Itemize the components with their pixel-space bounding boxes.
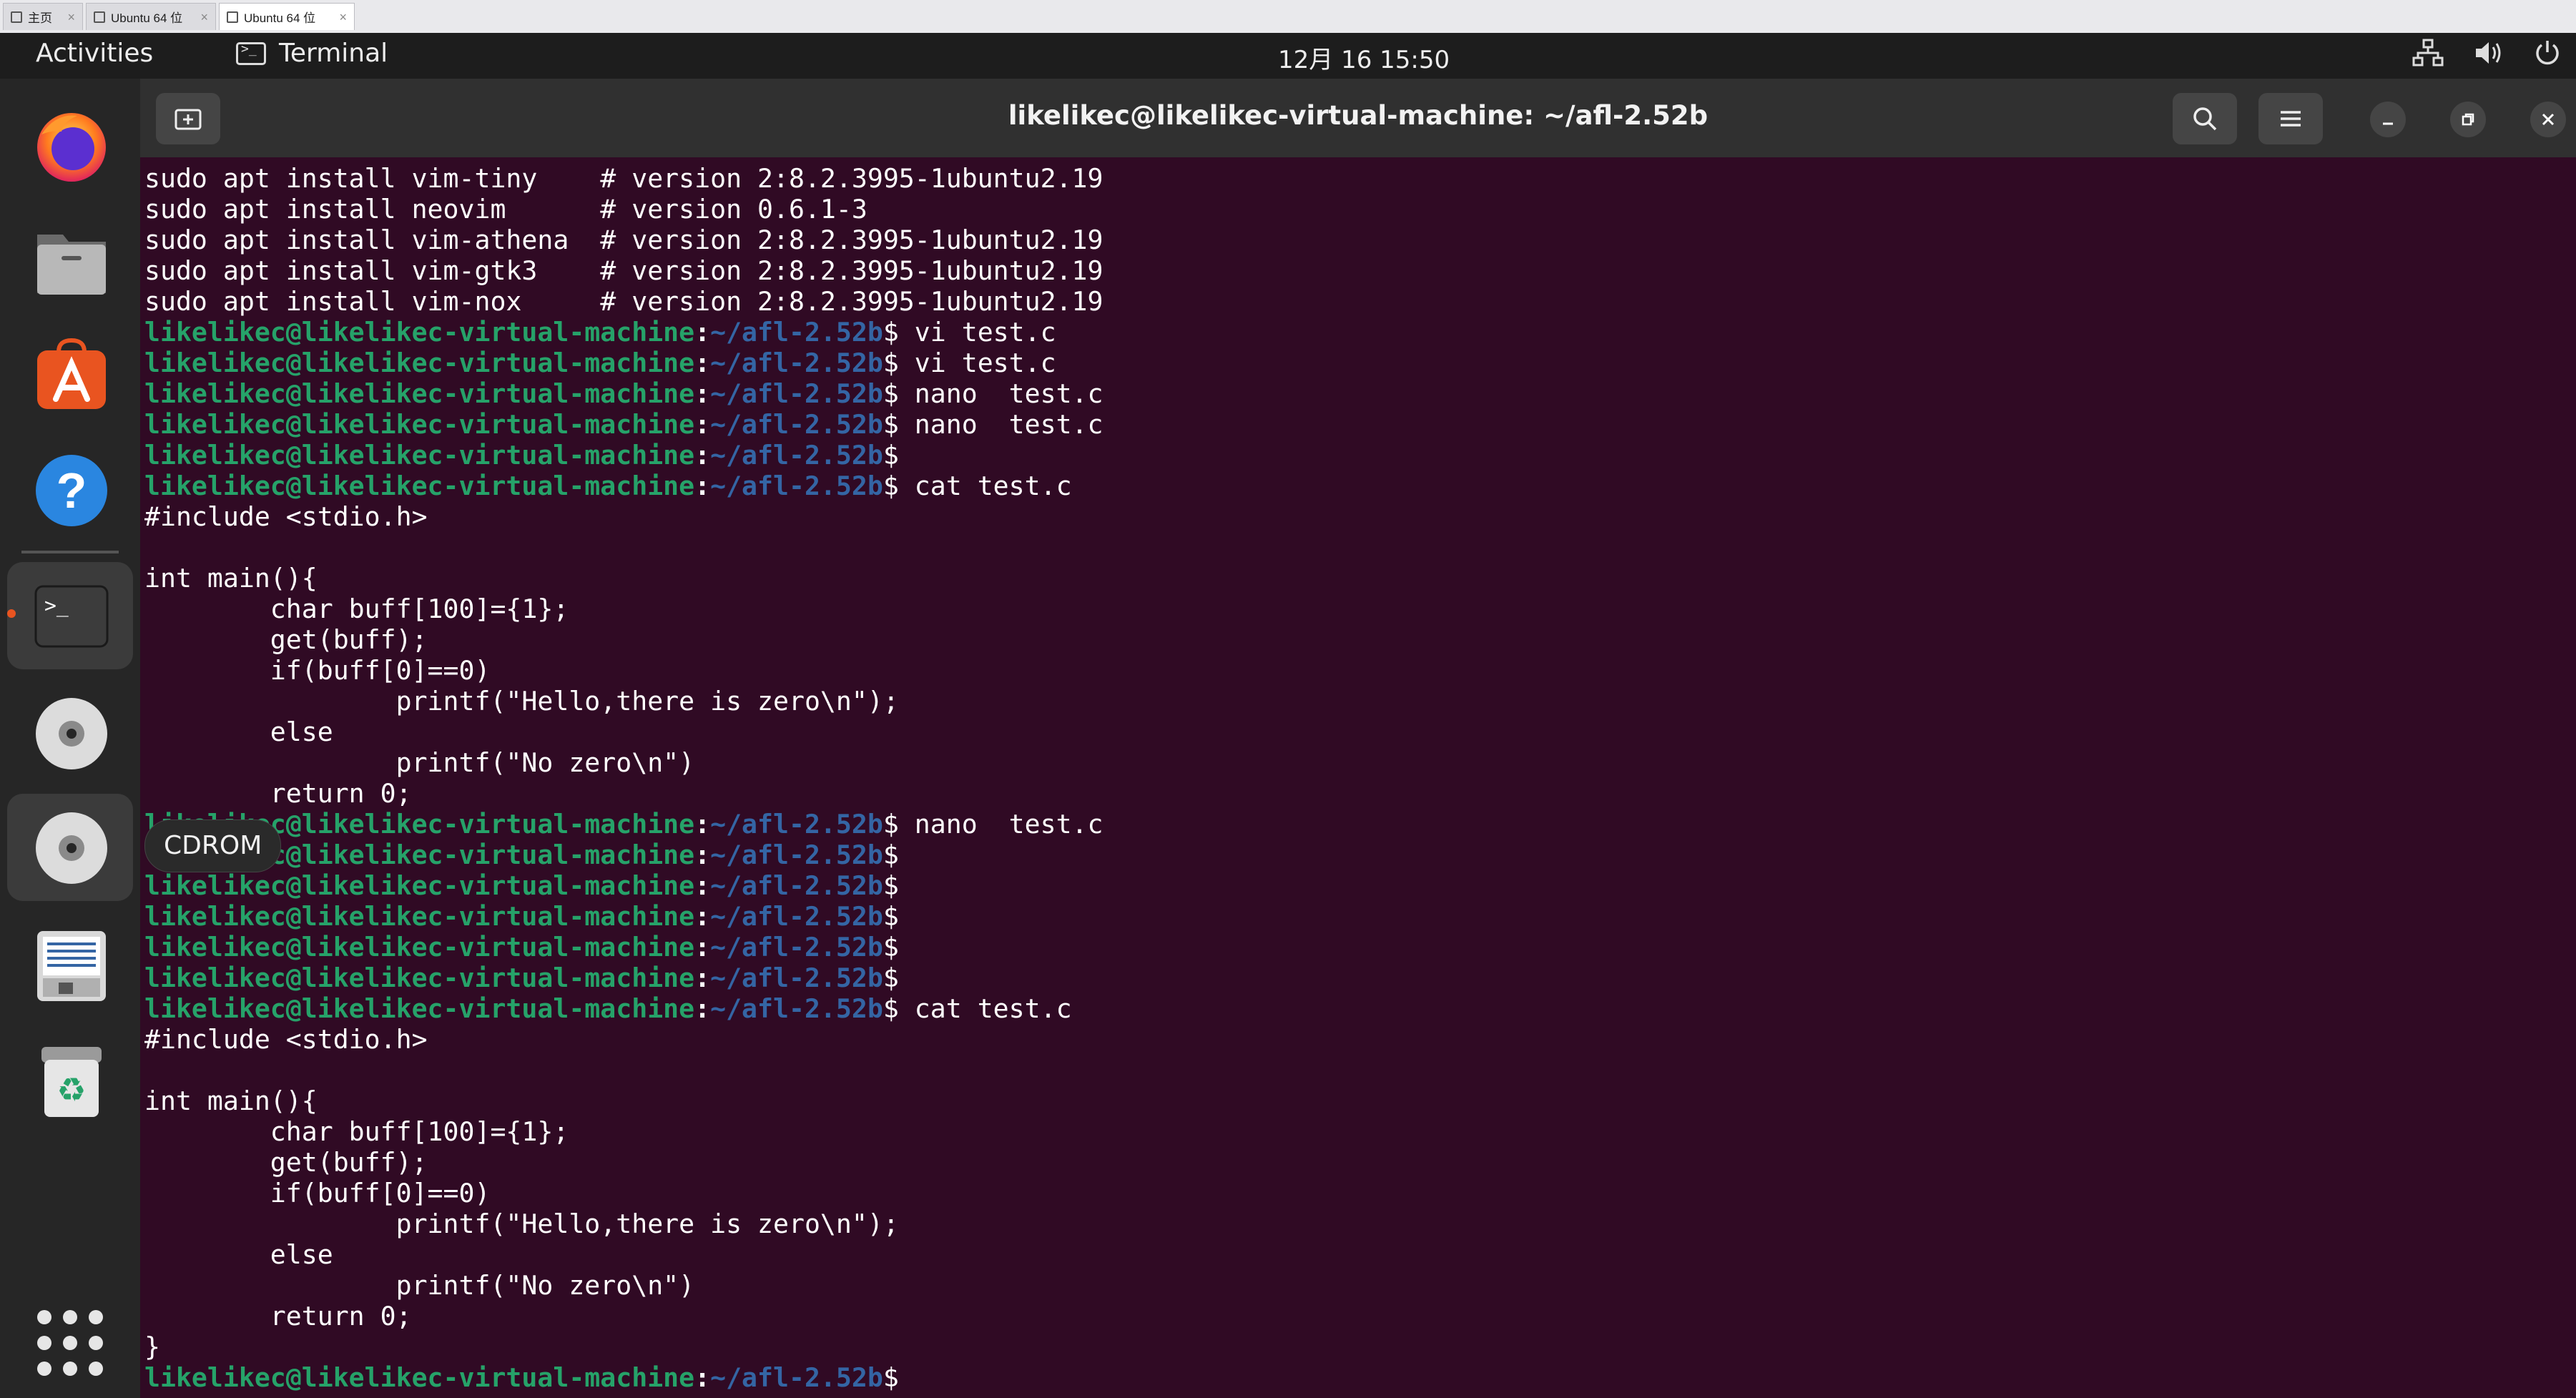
dock-item-firefox[interactable] <box>7 92 133 199</box>
vm-tab-ubuntu-2[interactable]: Ubuntu 64 位 × <box>219 3 355 30</box>
help-icon: ? <box>36 455 107 526</box>
app-center-icon <box>37 338 106 409</box>
power-icon[interactable] <box>2533 39 2562 67</box>
dock-item-app-center[interactable] <box>7 322 133 429</box>
terminal-window: likelikec@likelikec-virtual-machine: ~/a… <box>140 79 2576 1398</box>
dock-item-trash[interactable]: ♻ <box>7 1028 133 1136</box>
vm-icon <box>227 11 238 23</box>
app-menu[interactable]: Terminal <box>236 39 388 68</box>
home-icon <box>11 11 22 23</box>
close-icon[interactable]: × <box>339 10 347 25</box>
search-icon <box>2193 107 2217 131</box>
svg-text:?: ? <box>56 463 87 518</box>
dock-item-help[interactable]: ? <box>7 436 133 543</box>
dock-tooltip: CDROM <box>144 819 282 872</box>
top-bar: Activities Terminal 12月 16 15:50 <box>0 33 2576 79</box>
vm-tab-label: Ubuntu 64 位 <box>244 11 316 25</box>
text-editor-icon <box>37 931 106 1001</box>
hamburger-menu-icon <box>2281 111 2301 127</box>
vm-tab-label: Ubuntu 64 位 <box>111 11 183 25</box>
terminal-icon <box>236 41 266 65</box>
running-indicator <box>7 609 16 618</box>
svg-text:♻: ♻ <box>56 1070 86 1109</box>
dock: ? >_ ♻ <box>0 79 140 1398</box>
vm-tab-label: 主页 <box>28 11 52 25</box>
dock-item-text-editor[interactable] <box>7 912 133 1020</box>
restore-button[interactable] <box>2450 102 2486 137</box>
vm-tab-strip: 主页 × Ubuntu 64 位 × Ubuntu 64 位 × <box>0 0 2576 34</box>
firefox-icon <box>37 113 106 182</box>
menu-button[interactable] <box>2258 93 2323 144</box>
vm-tab-home[interactable]: 主页 × <box>3 3 83 30</box>
close-icon <box>2542 113 2555 126</box>
minimize-icon <box>2383 122 2393 125</box>
close-icon[interactable]: × <box>67 10 75 25</box>
vm-tab-ubuntu-1[interactable]: Ubuntu 64 位 × <box>86 3 216 30</box>
dock-item-terminal[interactable]: >_ <box>7 562 133 669</box>
search-button[interactable] <box>2173 93 2237 144</box>
trash-icon: ♻ <box>41 1047 102 1117</box>
network-icon[interactable] <box>2412 39 2444 67</box>
restore-icon <box>2462 113 2474 126</box>
disc-icon <box>36 698 107 769</box>
close-icon[interactable]: × <box>200 10 208 25</box>
terminal-body[interactable] <box>140 157 2576 1398</box>
activities-button[interactable]: Activities <box>36 39 153 68</box>
vm-icon <box>94 11 105 23</box>
terminal-icon: >_ <box>34 585 109 648</box>
header-bar[interactable]: likelikec@likelikec-virtual-machine: ~/a… <box>140 79 2576 157</box>
system-tray[interactable] <box>2412 39 2562 67</box>
clock[interactable]: 12月 16 15:50 <box>1278 40 1450 75</box>
dock-separator <box>21 551 119 553</box>
close-button[interactable] <box>2530 102 2566 137</box>
disc-icon <box>36 812 107 884</box>
svg-text:>_: >_ <box>44 594 69 618</box>
files-icon <box>37 235 106 295</box>
dock-item-files[interactable] <box>7 207 133 315</box>
dock-item-disc[interactable] <box>7 679 133 787</box>
dock-item-cdrom[interactable] <box>7 794 133 901</box>
volume-icon[interactable] <box>2473 39 2504 67</box>
show-apps-button[interactable] <box>37 1310 103 1376</box>
grid-icon <box>37 1310 51 1324</box>
minimize-button[interactable] <box>2370 102 2406 137</box>
app-menu-label: Terminal <box>279 39 388 68</box>
